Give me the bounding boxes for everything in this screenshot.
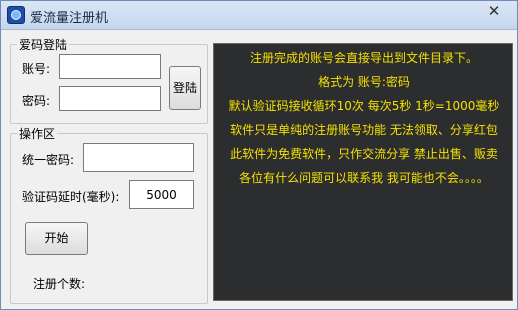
password-label: 密码: bbox=[22, 94, 51, 108]
login-button[interactable]: 登陆 bbox=[169, 66, 201, 110]
notice-line: 此软件为免费软件，只作交流分享 禁止出售、贩卖 bbox=[230, 147, 498, 161]
account-input[interactable] bbox=[59, 54, 161, 79]
unified-password-label: 统一密码: bbox=[22, 153, 75, 167]
notice-line: 默认验证码接收循环10次 每次5秒 1秒=1000毫秒 bbox=[228, 99, 500, 113]
title-bar[interactable]: 爱流量注册机 ✕ bbox=[1, 1, 517, 30]
password-input[interactable] bbox=[59, 86, 161, 111]
captcha-delay-input[interactable] bbox=[129, 180, 194, 209]
notice-line: 注册完成的账号会直接导出到文件目录下。 bbox=[249, 51, 478, 65]
start-button[interactable]: 开始 bbox=[25, 222, 88, 255]
notice-panel: 注册完成的账号会直接导出到文件目录下。 格式为 账号:密码 默认验证码接收循环1… bbox=[213, 43, 513, 301]
notice-line: 各位有什么问题可以联系我 我可能也不会。。。。 bbox=[239, 171, 489, 185]
app-icon bbox=[7, 6, 25, 24]
main-window: 爱流量注册机 ✕ 爱码登陆 账号: 密码: 登陆 操作区 统一密码: 验证码延时… bbox=[0, 0, 518, 310]
register-count-label: 注册个数: bbox=[33, 277, 86, 291]
window-content: 爱码登陆 账号: 密码: 登陆 操作区 统一密码: 验证码延时(毫秒): 开始 … bbox=[7, 34, 513, 304]
ops-group-legend: 操作区 bbox=[19, 127, 56, 141]
window-title: 爱流量注册机 bbox=[30, 11, 109, 26]
unified-password-input[interactable] bbox=[83, 143, 194, 172]
notice-line: 格式为 账号:密码 bbox=[318, 75, 410, 89]
notice-line: 软件只是单纯的注册账号功能 无法领取、分享红包 bbox=[230, 123, 498, 137]
captcha-delay-label: 验证码延时(毫秒): bbox=[22, 190, 120, 204]
close-icon[interactable]: ✕ bbox=[477, 3, 511, 21]
account-label: 账号: bbox=[22, 62, 51, 76]
login-group-legend: 爱码登陆 bbox=[19, 38, 68, 52]
